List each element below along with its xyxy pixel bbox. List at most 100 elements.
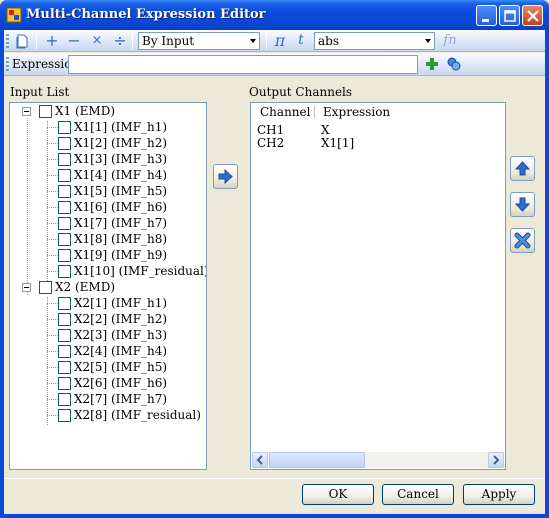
scroll-right-button[interactable]	[488, 452, 504, 468]
item-checkbox[interactable]	[58, 409, 71, 422]
maximize-icon	[504, 10, 516, 22]
tree-item-label: X1[5] (IMF_h5)	[74, 184, 168, 198]
collapse-icon[interactable]	[22, 283, 31, 292]
tree-item-label: X2[7] (IMF_h7)	[74, 392, 168, 406]
plus-button[interactable]: +	[42, 32, 62, 50]
tree-item-label: X2[1] (IMF_h1)	[74, 296, 168, 310]
horizontal-scrollbar[interactable]	[252, 452, 504, 468]
mode-select[interactable]: By Input	[138, 32, 260, 50]
tree-guide	[47, 143, 58, 144]
chevron-right-icon	[493, 455, 500, 465]
insert-function-button[interactable]: fn	[439, 32, 461, 50]
input-list-tree[interactable]: X1 (EMD) X1[1] (IMF_h1) X1[2] (IMF_h2) X…	[9, 102, 207, 470]
tree-item-label: X2[5] (IMF_h5)	[74, 360, 168, 374]
pi-button[interactable]: π	[270, 32, 290, 50]
toolbar-separator	[36, 33, 37, 49]
arrow-down-icon	[514, 197, 531, 212]
table-row[interactable]: CH2 X1[1]	[251, 137, 505, 150]
new-button[interactable]	[12, 32, 32, 50]
tree-guide	[47, 383, 58, 384]
tree-item-label: X1[6] (IMF_h6)	[74, 200, 168, 214]
tree-guide	[47, 207, 58, 208]
output-channels-grid[interactable]: Channel Expression CH1 X CH2 X1[1]	[250, 102, 506, 470]
tree-guide	[47, 121, 48, 281]
move-up-button[interactable]	[510, 156, 535, 181]
minimize-button[interactable]	[476, 5, 497, 26]
footer-divider	[4, 478, 545, 479]
item-checkbox[interactable]	[58, 169, 71, 182]
apply-button[interactable]: Apply	[463, 484, 535, 505]
toolbar-grip[interactable]	[6, 57, 9, 71]
column-header-channel[interactable]: Channel	[260, 105, 310, 119]
item-checkbox[interactable]	[58, 313, 71, 326]
group-checkbox[interactable]	[39, 281, 52, 294]
close-button[interactable]	[522, 5, 543, 26]
add-to-output-button[interactable]	[213, 164, 238, 189]
item-checkbox[interactable]	[58, 361, 71, 374]
item-checkbox[interactable]	[58, 329, 71, 342]
tree-item-label: X1[9] (IMF_h9)	[74, 248, 168, 262]
move-down-button[interactable]	[510, 192, 535, 217]
mode-select-value: By Input	[142, 34, 195, 48]
cancel-button[interactable]: Cancel	[382, 484, 454, 505]
dialog-client: + − × ÷ By Input π t abs fn Expression I…	[4, 30, 545, 514]
time-button[interactable]: t	[291, 32, 311, 50]
toolbar-separator	[132, 33, 133, 49]
tree-item-label: X1[7] (IMF_h7)	[74, 216, 168, 230]
expression-input[interactable]	[68, 55, 418, 74]
item-checkbox[interactable]	[58, 217, 71, 230]
item-checkbox[interactable]	[58, 249, 71, 262]
maximize-button[interactable]	[499, 5, 520, 26]
tree-guide	[47, 415, 58, 416]
item-checkbox[interactable]	[58, 137, 71, 150]
delete-button[interactable]	[510, 228, 535, 253]
window-title: Multi-Channel Expression Editor	[26, 7, 266, 22]
toolbar-grip[interactable]	[6, 34, 9, 48]
dialog-window: Multi-Channel Expression Editor + − × ÷	[0, 0, 549, 518]
collapse-icon[interactable]	[22, 107, 31, 116]
expression-toolbar: Expression	[4, 53, 545, 76]
item-checkbox[interactable]	[58, 233, 71, 246]
item-checkbox[interactable]	[58, 345, 71, 358]
minus-button[interactable]: −	[64, 32, 84, 50]
tree-group-label: X1 (EMD)	[55, 104, 116, 118]
tree-item-label: X2[2] (IMF_h2)	[74, 312, 168, 326]
tree-item-label: X1[2] (IMF_h2)	[74, 136, 168, 150]
operator-toolbar: + − × ÷ By Input π t abs fn	[4, 30, 545, 52]
convert-icon[interactable]	[446, 56, 462, 72]
chevron-left-icon	[256, 455, 263, 465]
item-checkbox[interactable]	[58, 393, 71, 406]
item-checkbox[interactable]	[58, 377, 71, 390]
item-checkbox[interactable]	[58, 121, 71, 134]
column-divider[interactable]	[314, 106, 315, 118]
ok-button[interactable]: OK	[302, 484, 374, 505]
column-header-expression[interactable]: Expression	[323, 105, 390, 119]
scroll-left-button[interactable]	[252, 452, 268, 468]
arrow-right-icon	[218, 168, 233, 185]
item-checkbox[interactable]	[58, 201, 71, 214]
item-checkbox[interactable]	[58, 265, 71, 278]
item-checkbox[interactable]	[58, 297, 71, 310]
tree-item-label: X2[6] (IMF_h6)	[74, 376, 168, 390]
chevron-down-icon[interactable]	[423, 33, 434, 49]
add-icon[interactable]	[425, 57, 439, 71]
item-checkbox[interactable]	[58, 185, 71, 198]
cell-channel: CH2	[257, 136, 285, 150]
divide-button[interactable]: ÷	[110, 32, 130, 50]
close-icon	[527, 10, 539, 22]
function-select[interactable]: abs	[314, 32, 435, 50]
table-row[interactable]: CH1 X	[251, 124, 505, 137]
tree-guide	[47, 303, 58, 304]
title-bar[interactable]: Multi-Channel Expression Editor	[0, 0, 549, 30]
tree-guide	[47, 399, 58, 400]
tree-guide	[47, 319, 58, 320]
multiply-button[interactable]: ×	[87, 32, 107, 50]
tree-guide	[47, 297, 48, 425]
scroll-thumb[interactable]	[269, 452, 365, 468]
chevron-down-icon[interactable]	[248, 33, 259, 49]
item-checkbox[interactable]	[58, 153, 71, 166]
tree-item-label: X1[1] (IMF_h1)	[74, 120, 168, 134]
group-checkbox[interactable]	[39, 105, 52, 118]
delete-icon	[514, 232, 531, 249]
tree-guide	[47, 239, 58, 240]
